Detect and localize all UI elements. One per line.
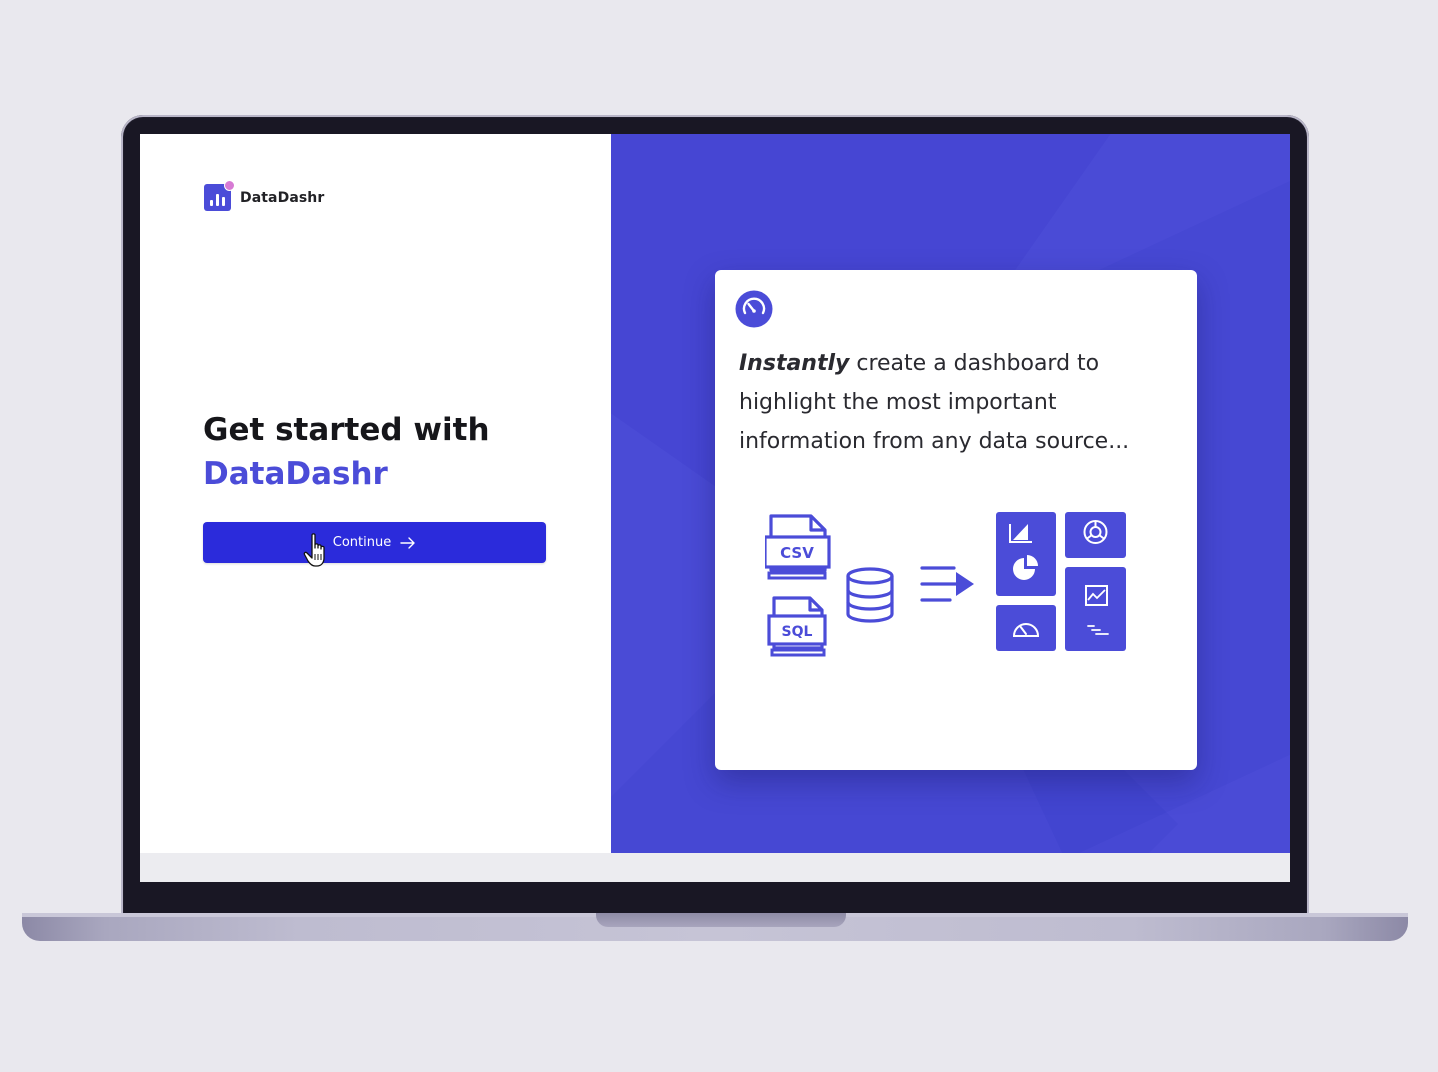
continue-button[interactable]: Continue	[203, 522, 546, 563]
csv-label: CSV	[780, 544, 814, 562]
database-icon	[846, 567, 894, 623]
feature-description: Instantly create a dashboard to highligh…	[739, 344, 1159, 461]
continue-label: Continue	[332, 535, 392, 550]
brand-logo-icon	[204, 180, 235, 211]
feature-emphasis: Instantly	[739, 351, 850, 376]
laptop-base	[22, 913, 1408, 941]
data-flow-illustration: CSV SQL	[765, 512, 1126, 657]
arrow-right-icon	[400, 536, 415, 549]
headline-line1: Get started with	[203, 412, 490, 448]
laptop-notch	[596, 913, 846, 927]
flow-arrow-icon	[920, 566, 974, 602]
laptop-mockup: DataDashr Get started with DataDashr Con…	[0, 0, 1438, 1072]
page-title: Get started with DataDashr	[203, 408, 490, 496]
welcome-panel: DataDashr Get started with DataDashr Con…	[140, 134, 611, 853]
feature-card: Instantly create a dashboard to highligh…	[715, 270, 1197, 770]
gauge-icon	[735, 290, 773, 328]
brand-name: DataDashr	[240, 189, 325, 206]
feature-text-line3: information from any data source...	[739, 429, 1130, 454]
feature-panel: Instantly create a dashboard to highligh…	[611, 134, 1290, 853]
sql-label: SQL	[782, 624, 813, 640]
feature-text-line1: create a dashboard to	[849, 351, 1100, 376]
brand: DataDashr	[204, 180, 325, 211]
csv-file-icon: CSV	[765, 514, 831, 580]
sql-file-icon: SQL	[767, 596, 827, 657]
screen-bottom-strip	[140, 853, 1290, 882]
feature-text-line2: highlight the most important	[739, 390, 1057, 415]
dashboard-widgets	[996, 512, 1126, 651]
headline-brand: DataDashr	[203, 456, 388, 492]
hand-pointer-cursor-icon	[303, 533, 325, 567]
screen: DataDashr Get started with DataDashr Con…	[140, 134, 1290, 882]
